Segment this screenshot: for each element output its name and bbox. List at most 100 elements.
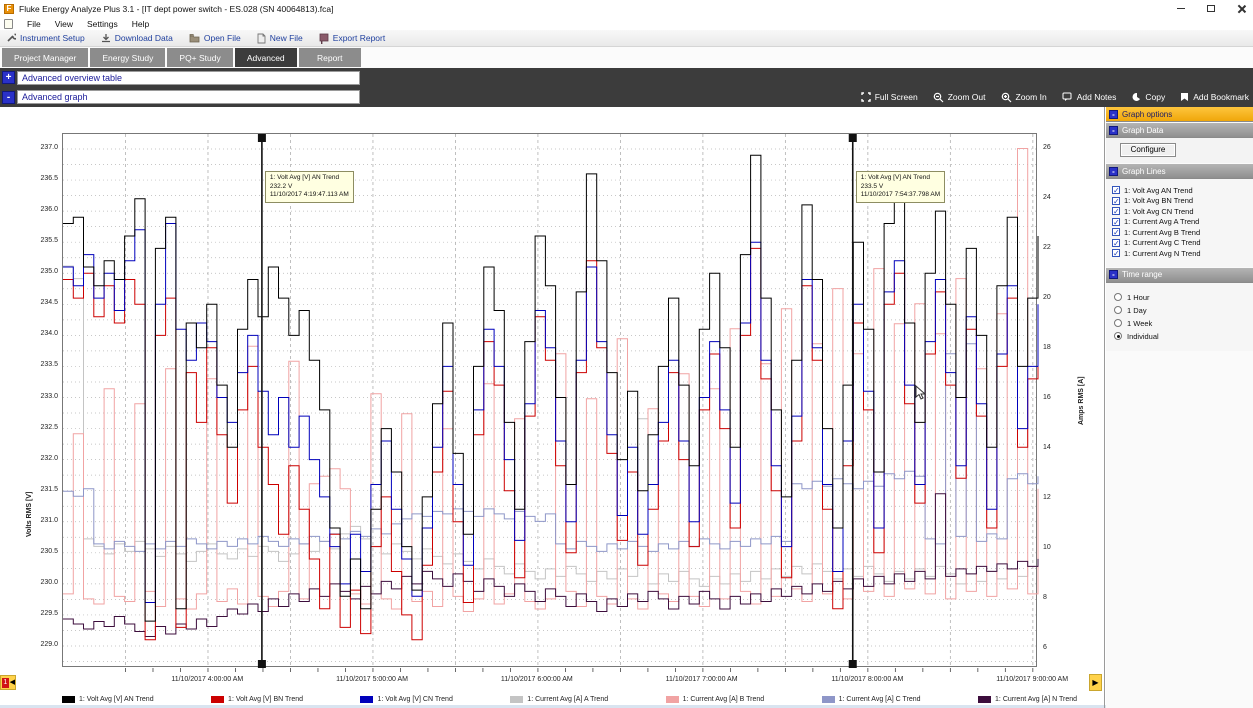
open-file-button[interactable]: Open File xyxy=(189,33,241,43)
main-toolbar: Instrument Setup Download Data Open File… xyxy=(0,30,1253,47)
checkbox[interactable]: ✓ xyxy=(1112,228,1120,236)
tab[interactable]: Project Manager xyxy=(2,48,88,67)
collapse-icon[interactable]: - xyxy=(1109,270,1118,279)
expand-icon[interactable]: + xyxy=(2,71,15,84)
window-title: Fluke Energy Analyze Plus 3.1 - [IT dept… xyxy=(19,4,334,14)
time-range-header[interactable]: - Time range xyxy=(1106,268,1253,283)
graph-options-header[interactable]: - Graph options xyxy=(1106,107,1253,122)
menu-settings[interactable]: Settings xyxy=(87,19,118,29)
graph-options-panel: - Graph options - Graph Data Configure -… xyxy=(1106,107,1253,708)
menu-bar: File View Settings Help xyxy=(0,17,1253,30)
y-tick-label-right: 20 xyxy=(1043,294,1051,301)
legend-swatch xyxy=(211,696,224,703)
y-tick-label-left: 234.5 xyxy=(26,299,58,306)
cursor-handle[interactable] xyxy=(849,134,857,142)
collapse-icon[interactable]: - xyxy=(1109,126,1118,135)
legend-item: 1: Volt Avg [V] AN Trend xyxy=(62,696,154,703)
radio-button[interactable] xyxy=(1114,319,1122,327)
new-file-icon xyxy=(257,33,266,44)
new-file-button[interactable]: New File xyxy=(257,33,303,44)
panel-divider xyxy=(1104,107,1105,708)
y-tick-label-left: 231.0 xyxy=(26,517,58,524)
wrench-icon xyxy=(6,33,16,43)
radio-button[interactable] xyxy=(1114,332,1122,340)
maximize-button[interactable] xyxy=(1203,2,1219,15)
tab[interactable]: PQ+ Study xyxy=(167,48,232,67)
close-button[interactable] xyxy=(1233,2,1249,15)
section-title-graph[interactable]: Advanced graph xyxy=(17,90,360,104)
y-tick-label-right: 22 xyxy=(1043,244,1051,251)
menu-help[interactable]: Help xyxy=(132,19,149,29)
download-data-button[interactable]: Download Data xyxy=(101,33,173,43)
download-icon xyxy=(101,33,111,43)
chart-legend: 1: Volt Avg [V] AN Trend 1: Volt Avg [V]… xyxy=(62,692,1077,706)
configure-button[interactable]: Configure xyxy=(1120,143,1176,157)
legend-swatch xyxy=(666,696,679,703)
section-graph-row: - Advanced graph Full Screen Zoom Out Zo… xyxy=(0,87,1253,107)
legend-item: 1: Volt Avg [V] CN Trend xyxy=(360,696,452,703)
graph-lines-list: ✓ 1: Volt Avg AN Trend ✓ 1: Volt Avg BN … xyxy=(1106,179,1253,267)
instrument-setup-button[interactable]: Instrument Setup xyxy=(6,33,85,43)
prev-bookmark-icon: ◀ xyxy=(10,678,15,688)
cursor-handle[interactable] xyxy=(849,660,857,668)
collapse-icon[interactable]: - xyxy=(1109,167,1118,176)
add-notes-button[interactable]: Add Notes xyxy=(1062,92,1117,102)
y-axis-left-title: Volts RMS [V] xyxy=(26,492,33,537)
checkbox[interactable]: ✓ xyxy=(1112,186,1120,194)
y-tick-label-left: 229.5 xyxy=(26,610,58,617)
y-tick-label-left: 232.5 xyxy=(26,424,58,431)
graph-line-row: ✓ 1: Current Avg N Trend xyxy=(1112,248,1253,259)
cursor-handle[interactable] xyxy=(258,660,266,668)
menu-file[interactable]: File xyxy=(27,19,41,29)
graph-line-row: ✓ 1: Current Avg C Trend xyxy=(1112,238,1253,249)
graph-lines-header[interactable]: - Graph Lines xyxy=(1106,164,1253,179)
graph-line-row: ✓ 1: Current Avg A Trend xyxy=(1112,217,1253,228)
checkbox[interactable]: ✓ xyxy=(1112,218,1120,226)
zoom-out-button[interactable]: Zoom Out xyxy=(933,92,986,103)
cursor-handle[interactable] xyxy=(258,134,266,142)
radio-button[interactable] xyxy=(1114,293,1122,301)
checkbox[interactable]: ✓ xyxy=(1112,249,1120,257)
y-tick-label-left: 236.0 xyxy=(26,206,58,213)
tab[interactable]: Advanced xyxy=(235,48,297,67)
radio-button[interactable] xyxy=(1114,306,1122,314)
collapse-icon[interactable]: - xyxy=(2,91,15,104)
x-tick-label: 11/10/2017 4:00:00 AM xyxy=(171,676,243,683)
checkbox[interactable]: ✓ xyxy=(1112,197,1120,205)
x-tick-label: 11/10/2017 8:00:00 AM xyxy=(831,676,903,683)
collapse-icon[interactable]: - xyxy=(1109,110,1118,119)
graph-toolbar: Full Screen Zoom Out Zoom In Add Notes C… xyxy=(861,87,1249,107)
legend-swatch xyxy=(978,696,991,703)
tab[interactable]: Report xyxy=(299,48,361,67)
tab[interactable]: Energy Study xyxy=(90,48,165,67)
add-bookmark-button[interactable]: Add Bookmark xyxy=(1180,92,1249,102)
y-tick-label-right: 14 xyxy=(1043,444,1051,451)
magnifier-minus-icon xyxy=(933,92,944,103)
fullscreen-icon xyxy=(861,92,871,102)
y-tick-label-left: 231.5 xyxy=(26,486,58,493)
y-tick-label-right: 26 xyxy=(1043,144,1051,151)
time-range-option: 1 Hour xyxy=(1114,291,1253,304)
checkbox[interactable]: ✓ xyxy=(1112,207,1120,215)
copy-button[interactable]: Copy xyxy=(1131,92,1165,102)
graph-line-row: ✓ 1: Volt Avg BN Trend xyxy=(1112,196,1253,207)
minimize-button[interactable] xyxy=(1173,2,1189,15)
y-tick-label-left: 234.0 xyxy=(26,330,58,337)
graph-line-row: ✓ 1: Volt Avg CN Trend xyxy=(1112,206,1253,217)
plot-area[interactable]: 1: Volt Avg [V] AN Trend232.2 V11/10/201… xyxy=(62,133,1037,667)
y-tick-label-right: 24 xyxy=(1043,194,1051,201)
menu-view[interactable]: View xyxy=(55,19,73,29)
next-bookmark-button[interactable]: ▶ xyxy=(1089,674,1102,691)
graph-data-header[interactable]: - Graph Data xyxy=(1106,123,1253,138)
zoom-in-button[interactable]: Zoom In xyxy=(1001,92,1047,103)
checkbox[interactable]: ✓ xyxy=(1112,239,1120,247)
export-report-button[interactable]: Export Report xyxy=(319,33,385,44)
legend-item: 1: Current Avg [A] A Trend xyxy=(510,696,608,703)
section-title-overview[interactable]: Advanced overview table xyxy=(17,71,360,85)
y-tick-label-right: 6 xyxy=(1043,644,1047,651)
x-tick-label: 11/10/2017 6:00:00 AM xyxy=(501,676,573,683)
legend-item: 1: Current Avg [A] B Trend xyxy=(666,696,765,703)
bookmark-marker[interactable]: 1 ◀ xyxy=(0,675,16,690)
legend-swatch xyxy=(360,696,373,703)
full-screen-button[interactable]: Full Screen xyxy=(861,92,918,102)
